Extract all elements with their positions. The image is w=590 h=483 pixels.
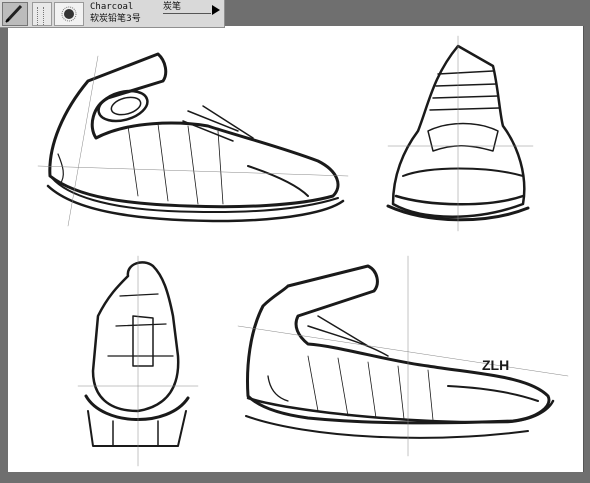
brush-name[interactable]: Charcoal [90, 2, 133, 13]
brush-variant[interactable]: 软炭铅笔3号 [90, 14, 141, 25]
triangle-right-icon[interactable] [210, 4, 222, 16]
brush-alias[interactable]: 炭笔 [163, 2, 211, 14]
front-view [386, 35, 534, 232]
artist-signature: ZLH [482, 357, 509, 373]
lateral-side-view [37, 52, 349, 227]
canvas-right-edge [583, 26, 584, 472]
medial-three-quarter-view [237, 255, 569, 457]
brush-tip-icon[interactable] [32, 2, 52, 26]
app-window: Charcoal 炭笔 软炭铅笔3号 ZLH [0, 0, 590, 483]
back-view [77, 255, 199, 467]
brush-selector-panel: Charcoal 炭笔 软炭铅笔3号 [0, 0, 225, 28]
stroke-preview-icon[interactable] [54, 2, 84, 26]
charcoal-brush-icon[interactable] [2, 2, 28, 26]
drawing-canvas[interactable]: ZLH [8, 26, 584, 472]
sneaker-sketch: ZLH [37, 35, 569, 467]
